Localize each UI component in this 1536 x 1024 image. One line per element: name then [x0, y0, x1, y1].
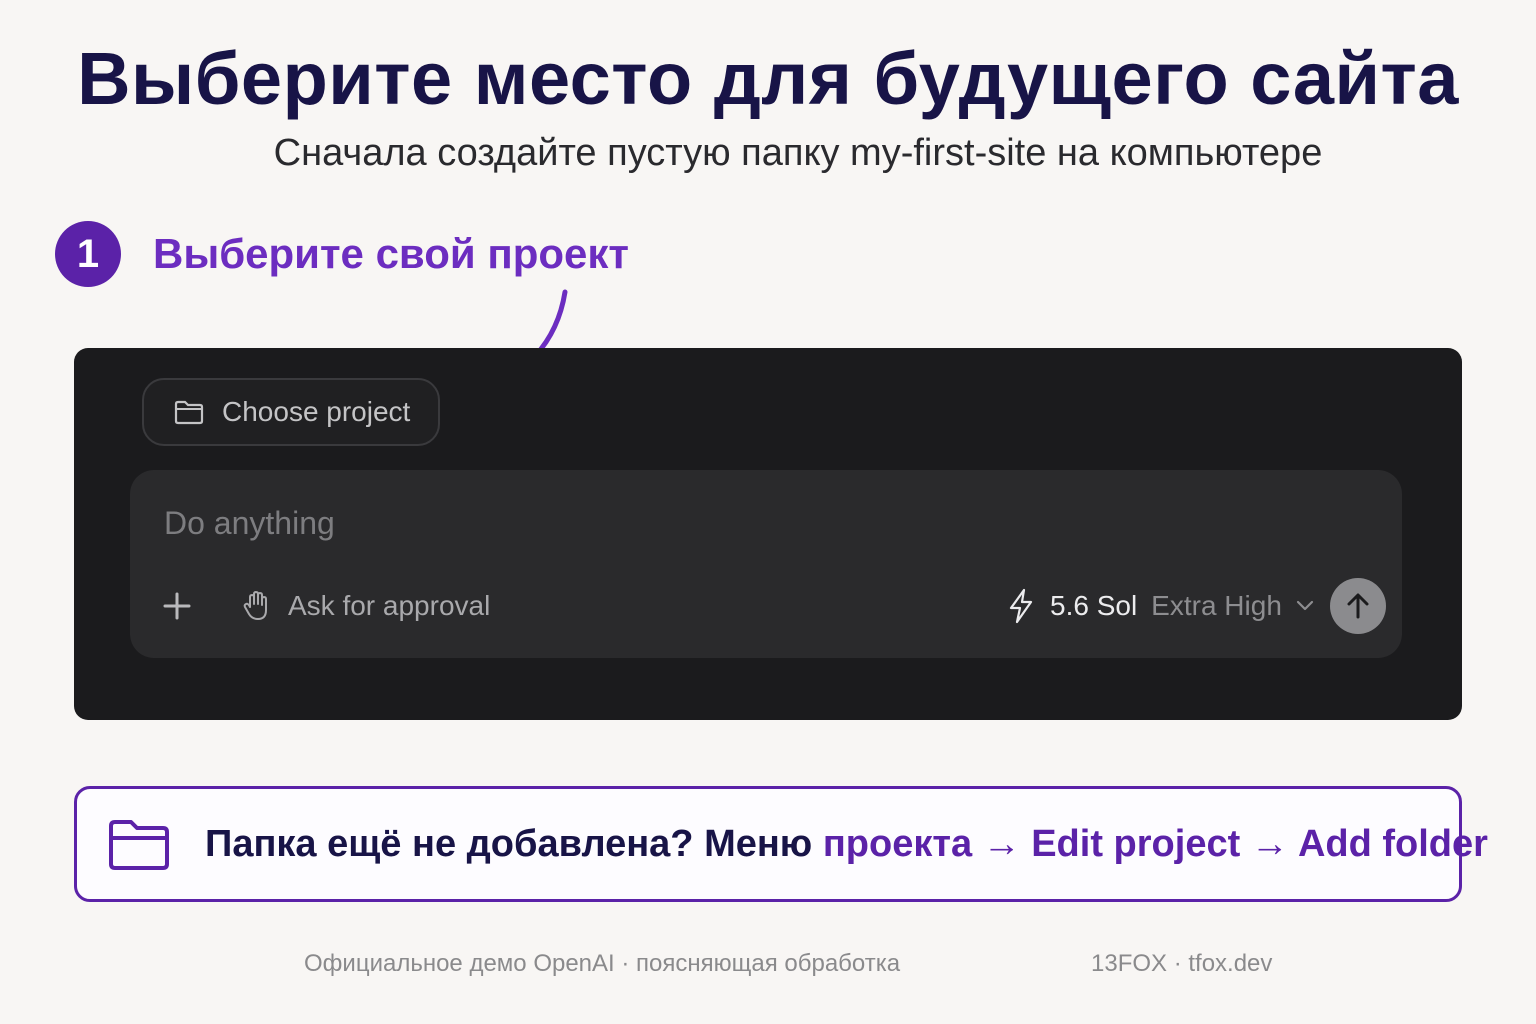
- folder-hint-path: проекта → Edit project → Add folder: [822, 822, 1488, 865]
- approval-mode-button[interactable]: Ask for approval: [242, 586, 490, 626]
- page-subtitle: Сначала создайте пустую папку my-first-s…: [273, 132, 1323, 174]
- folder-hint-box: Папка ещё не добавлена? Меню проекта → E…: [74, 786, 1488, 902]
- model-selector[interactable]: 5.6 Sol Extra High: [1006, 584, 1314, 628]
- send-button[interactable]: [1330, 578, 1386, 634]
- folder-hint-text: Папка ещё не добавлена? Меню проекта → E…: [205, 823, 1488, 866]
- bolt-icon: [1006, 588, 1036, 624]
- chevron-down-icon: [1296, 600, 1314, 612]
- hand-icon: [242, 590, 272, 622]
- page-title: Выберите место для будущего сайта: [77, 37, 1459, 120]
- folder-icon: [107, 816, 171, 872]
- plus-icon: [163, 592, 191, 620]
- composer-input[interactable]: [164, 498, 864, 548]
- step-indicator: 1 Выберите свой проект: [55, 220, 629, 288]
- folder-hint-prefix: Папка ещё не добавлена? Меню: [205, 822, 823, 865]
- app-window: Choose project Ask for approval 5: [74, 348, 1462, 720]
- step-number-badge: 1: [55, 221, 121, 287]
- arrow-up-icon: [1347, 593, 1369, 619]
- approval-label: Ask for approval: [288, 590, 491, 621]
- reasoning-effort: Extra High: [1151, 590, 1282, 621]
- model-name: 5.6 Sol: [1050, 590, 1138, 621]
- folder-icon: [174, 399, 204, 425]
- choose-project-button[interactable]: Choose project: [142, 378, 440, 446]
- add-attachment-button[interactable]: [162, 588, 192, 624]
- footer-credit: Официальное демо OpenAI · поясняющая обр…: [304, 950, 901, 977]
- footer-brand: 13FOX · tfox.dev: [1091, 950, 1273, 977]
- choose-project-label: Choose project: [222, 396, 411, 427]
- composer: Ask for approval 5.6 Sol Extra High: [130, 470, 1402, 658]
- step-label: Выберите свой проект: [153, 230, 629, 277]
